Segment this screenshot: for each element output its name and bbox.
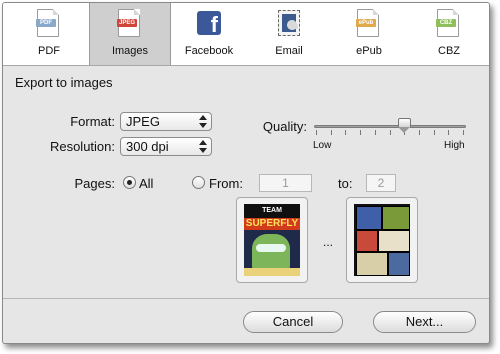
resolution-label: Resolution: bbox=[49, 139, 115, 154]
slider-tick bbox=[345, 130, 346, 135]
slider-tick bbox=[419, 130, 420, 135]
quality-slider-knob[interactable] bbox=[398, 118, 411, 134]
next-button[interactable]: Next... bbox=[373, 311, 476, 333]
tab-pdf[interactable]: PDF PDF bbox=[9, 3, 89, 65]
epub-document-icon: ePub bbox=[356, 9, 379, 37]
tab-images[interactable]: JPEG Images bbox=[89, 3, 171, 65]
tab-label: PDF bbox=[38, 45, 60, 57]
slider-tick bbox=[375, 130, 376, 135]
tab-label: ePub bbox=[356, 45, 382, 57]
pages-to-label: to: bbox=[338, 176, 353, 191]
from-page-field[interactable]: 1 bbox=[259, 174, 312, 192]
cbz-document-icon: CBZ bbox=[436, 9, 459, 37]
tab-email[interactable]: Email bbox=[249, 3, 329, 65]
comic-page-image bbox=[354, 204, 410, 276]
quality-slider-track[interactable] bbox=[314, 125, 466, 128]
resolution-select[interactable]: 300 dpi bbox=[120, 137, 212, 156]
tab-label: Email bbox=[275, 45, 303, 57]
pages-from-label: From: bbox=[209, 176, 243, 191]
quality-label: Quality: bbox=[262, 119, 307, 134]
resolution-value: 300 dpi bbox=[126, 139, 169, 154]
tab-cbz[interactable]: CBZ CBZ bbox=[409, 3, 489, 65]
last-page-thumbnail bbox=[346, 197, 418, 283]
quality-low-label: Low bbox=[313, 140, 332, 151]
slider-tick bbox=[390, 130, 391, 135]
select-arrows-icon bbox=[199, 115, 207, 128]
facebook-icon: f bbox=[197, 11, 221, 37]
section-title: Export to images bbox=[15, 75, 113, 90]
tab-label: Facebook bbox=[184, 45, 234, 57]
footer-divider bbox=[3, 298, 489, 299]
tab-label: CBZ bbox=[438, 45, 460, 57]
export-toolbar: PDF PDF JPEG Images f Facebook Email ePu… bbox=[3, 3, 489, 66]
cancel-button[interactable]: Cancel bbox=[243, 311, 343, 333]
pages-all-label: All bbox=[139, 176, 154, 191]
pdf-document-icon: PDF bbox=[36, 9, 59, 37]
slider-tick bbox=[331, 130, 332, 135]
tab-epub[interactable]: ePub ePub bbox=[329, 3, 409, 65]
quality-slider-ticks bbox=[316, 130, 464, 136]
quality-high-label: High bbox=[444, 140, 465, 151]
tab-label: Images bbox=[111, 45, 149, 57]
jpeg-document-icon: JPEG bbox=[117, 9, 140, 37]
pages-label: Pages: bbox=[74, 176, 115, 191]
slider-tick bbox=[434, 130, 435, 135]
format-value: JPEG bbox=[126, 114, 160, 129]
tab-facebook[interactable]: f Facebook bbox=[169, 3, 249, 65]
cover-title-text: SUPERFLY bbox=[244, 218, 300, 230]
cover-top-text: TEAM bbox=[244, 204, 300, 218]
slider-tick bbox=[360, 130, 361, 135]
pages-all-radio[interactable] bbox=[123, 176, 136, 189]
format-label: Format: bbox=[70, 114, 115, 129]
slider-tick bbox=[448, 130, 449, 135]
pages-from-radio[interactable] bbox=[192, 176, 205, 189]
slider-tick bbox=[463, 130, 464, 135]
select-arrows-icon bbox=[199, 140, 207, 153]
format-select[interactable]: JPEG bbox=[120, 112, 212, 131]
to-page-field[interactable]: 2 bbox=[366, 174, 396, 192]
ellipsis-text: ... bbox=[323, 235, 334, 249]
comic-cover-image: TEAM SUPERFLY bbox=[244, 204, 300, 276]
first-page-thumbnail: TEAM SUPERFLY bbox=[236, 197, 308, 283]
slider-tick bbox=[316, 130, 317, 135]
export-dialog: PDF PDF JPEG Images f Facebook Email ePu… bbox=[2, 2, 490, 344]
stamp-icon bbox=[278, 10, 300, 36]
